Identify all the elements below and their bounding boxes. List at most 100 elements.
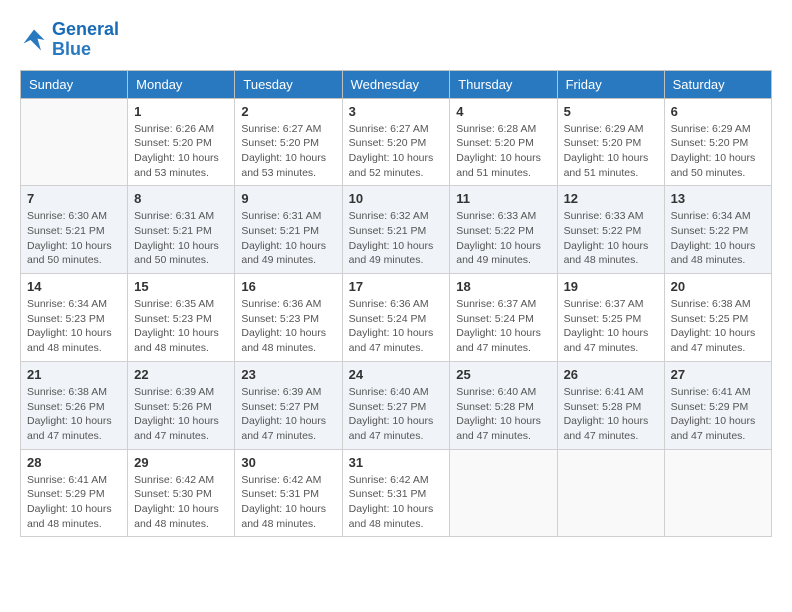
calendar-cell: 29 Sunrise: 6:42 AM Sunset: 5:30 PM Dayli… [128, 449, 235, 537]
calendar-cell [450, 449, 557, 537]
day-info: Sunrise: 6:34 AM Sunset: 5:23 PM Dayligh… [27, 297, 121, 356]
calendar-cell [557, 449, 664, 537]
calendar-cell: 4Sunrise: 6:28 AM Sunset: 5:20 PM Daylig… [450, 98, 557, 186]
calendar-cell: 20 Sunrise: 6:38 AM Sunset: 5:25 PM Dayli… [664, 274, 771, 362]
day-number: 9 [241, 191, 335, 206]
day-number: 19 [564, 279, 658, 294]
calendar-cell: 21Sunrise: 6:38 AM Sunset: 5:26 PM Dayli… [21, 361, 128, 449]
day-info: Sunrise: 6:37 AM Sunset: 5:24 PM Dayligh… [456, 297, 550, 356]
day-number: 31 [349, 455, 444, 470]
day-info: Sunrise: 6:36 AM Sunset: 5:23 PM Dayligh… [241, 297, 335, 356]
day-info: Sunrise: 6:36 AM Sunset: 5:24 PM Dayligh… [349, 297, 444, 356]
calendar-cell: 15 Sunrise: 6:35 AM Sunset: 5:23 PM Dayli… [128, 274, 235, 362]
day-number: 5 [564, 104, 658, 119]
logo-text: General Blue [52, 20, 119, 60]
day-number: 14 [27, 279, 121, 294]
logo-icon [20, 26, 48, 54]
weekday-header: Sunday [21, 70, 128, 98]
day-number: 18 [456, 279, 550, 294]
calendar-cell: 12 Sunrise: 6:33 AM Sunset: 5:22 PM Dayli… [557, 186, 664, 274]
day-number: 10 [349, 191, 444, 206]
logo: General Blue [20, 20, 119, 60]
day-info: Sunrise: 6:33 AM Sunset: 5:22 PM Dayligh… [564, 209, 658, 268]
day-info: Sunrise: 6:26 AM Sunset: 5:20 PM Dayligh… [134, 122, 228, 181]
day-number: 25 [456, 367, 550, 382]
calendar-cell: 13 Sunrise: 6:34 AM Sunset: 5:22 PM Dayli… [664, 186, 771, 274]
day-info: Sunrise: 6:37 AM Sunset: 5:25 PM Dayligh… [564, 297, 658, 356]
day-info: Sunrise: 6:42 AM Sunset: 5:31 PM Dayligh… [349, 473, 444, 532]
calendar-cell: 1 Sunrise: 6:26 AM Sunset: 5:20 PM Daylig… [128, 98, 235, 186]
day-info: Sunrise: 6:41 AM Sunset: 5:29 PM Dayligh… [27, 473, 121, 532]
calendar-cell [664, 449, 771, 537]
calendar-cell: 5 Sunrise: 6:29 AM Sunset: 5:20 PM Daylig… [557, 98, 664, 186]
day-number: 7 [27, 191, 121, 206]
calendar-cell: 30Sunrise: 6:42 AM Sunset: 5:31 PM Dayli… [235, 449, 342, 537]
day-info: Sunrise: 6:32 AM Sunset: 5:21 PM Dayligh… [349, 209, 444, 268]
page-header: General Blue [20, 20, 772, 60]
day-number: 28 [27, 455, 121, 470]
calendar-cell: 18 Sunrise: 6:37 AM Sunset: 5:24 PM Dayli… [450, 274, 557, 362]
calendar-cell: 31 Sunrise: 6:42 AM Sunset: 5:31 PM Dayli… [342, 449, 450, 537]
day-number: 23 [241, 367, 335, 382]
day-number: 17 [349, 279, 444, 294]
day-number: 20 [671, 279, 765, 294]
day-info: Sunrise: 6:41 AM Sunset: 5:28 PM Dayligh… [564, 385, 658, 444]
day-number: 1 [134, 104, 228, 119]
day-number: 11 [456, 191, 550, 206]
calendar-week-row: 7 Sunrise: 6:30 AM Sunset: 5:21 PM Daylig… [21, 186, 772, 274]
calendar-week-row: 28 Sunrise: 6:41 AM Sunset: 5:29 PM Dayli… [21, 449, 772, 537]
calendar-week-row: 1 Sunrise: 6:26 AM Sunset: 5:20 PM Daylig… [21, 98, 772, 186]
day-number: 2 [241, 104, 335, 119]
calendar-cell: 23Sunrise: 6:39 AM Sunset: 5:27 PM Dayli… [235, 361, 342, 449]
day-number: 22 [134, 367, 228, 382]
day-info: Sunrise: 6:34 AM Sunset: 5:22 PM Dayligh… [671, 209, 765, 268]
day-info: Sunrise: 6:31 AM Sunset: 5:21 PM Dayligh… [241, 209, 335, 268]
day-number: 30 [241, 455, 335, 470]
calendar-header-row: SundayMondayTuesdayWednesdayThursdayFrid… [21, 70, 772, 98]
calendar-table: SundayMondayTuesdayWednesdayThursdayFrid… [20, 70, 772, 538]
day-info: Sunrise: 6:35 AM Sunset: 5:23 PM Dayligh… [134, 297, 228, 356]
calendar-cell: 17 Sunrise: 6:36 AM Sunset: 5:24 PM Dayli… [342, 274, 450, 362]
calendar-cell: 16Sunrise: 6:36 AM Sunset: 5:23 PM Dayli… [235, 274, 342, 362]
calendar-cell: 24 Sunrise: 6:40 AM Sunset: 5:27 PM Dayli… [342, 361, 450, 449]
calendar-cell: 28 Sunrise: 6:41 AM Sunset: 5:29 PM Dayli… [21, 449, 128, 537]
day-info: Sunrise: 6:40 AM Sunset: 5:27 PM Dayligh… [349, 385, 444, 444]
day-info: Sunrise: 6:28 AM Sunset: 5:20 PM Dayligh… [456, 122, 550, 181]
day-number: 29 [134, 455, 228, 470]
calendar-cell: 3Sunrise: 6:27 AM Sunset: 5:20 PM Daylig… [342, 98, 450, 186]
calendar-cell: 19 Sunrise: 6:37 AM Sunset: 5:25 PM Dayli… [557, 274, 664, 362]
weekday-header: Monday [128, 70, 235, 98]
day-info: Sunrise: 6:38 AM Sunset: 5:25 PM Dayligh… [671, 297, 765, 356]
day-number: 26 [564, 367, 658, 382]
day-number: 21 [27, 367, 121, 382]
day-info: Sunrise: 6:33 AM Sunset: 5:22 PM Dayligh… [456, 209, 550, 268]
day-number: 13 [671, 191, 765, 206]
day-number: 6 [671, 104, 765, 119]
weekday-header: Tuesday [235, 70, 342, 98]
day-info: Sunrise: 6:29 AM Sunset: 5:20 PM Dayligh… [564, 122, 658, 181]
day-number: 3 [349, 104, 444, 119]
day-info: Sunrise: 6:41 AM Sunset: 5:29 PM Dayligh… [671, 385, 765, 444]
calendar-cell: 11 Sunrise: 6:33 AM Sunset: 5:22 PM Dayli… [450, 186, 557, 274]
weekday-header: Friday [557, 70, 664, 98]
day-info: Sunrise: 6:40 AM Sunset: 5:28 PM Dayligh… [456, 385, 550, 444]
calendar-cell: 8Sunrise: 6:31 AM Sunset: 5:21 PM Daylig… [128, 186, 235, 274]
calendar-cell: 2Sunrise: 6:27 AM Sunset: 5:20 PM Daylig… [235, 98, 342, 186]
day-info: Sunrise: 6:42 AM Sunset: 5:30 PM Dayligh… [134, 473, 228, 532]
calendar-cell: 26 Sunrise: 6:41 AM Sunset: 5:28 PM Dayli… [557, 361, 664, 449]
calendar-cell: 14 Sunrise: 6:34 AM Sunset: 5:23 PM Dayli… [21, 274, 128, 362]
day-number: 27 [671, 367, 765, 382]
day-info: Sunrise: 6:29 AM Sunset: 5:20 PM Dayligh… [671, 122, 765, 181]
day-number: 12 [564, 191, 658, 206]
calendar-cell: 9 Sunrise: 6:31 AM Sunset: 5:21 PM Daylig… [235, 186, 342, 274]
day-number: 15 [134, 279, 228, 294]
weekday-header: Thursday [450, 70, 557, 98]
calendar-week-row: 21Sunrise: 6:38 AM Sunset: 5:26 PM Dayli… [21, 361, 772, 449]
day-info: Sunrise: 6:31 AM Sunset: 5:21 PM Dayligh… [134, 209, 228, 268]
day-number: 24 [349, 367, 444, 382]
calendar-cell: 10 Sunrise: 6:32 AM Sunset: 5:21 PM Dayli… [342, 186, 450, 274]
day-info: Sunrise: 6:30 AM Sunset: 5:21 PM Dayligh… [27, 209, 121, 268]
day-info: Sunrise: 6:39 AM Sunset: 5:26 PM Dayligh… [134, 385, 228, 444]
calendar-week-row: 14 Sunrise: 6:34 AM Sunset: 5:23 PM Dayli… [21, 274, 772, 362]
weekday-header: Saturday [664, 70, 771, 98]
